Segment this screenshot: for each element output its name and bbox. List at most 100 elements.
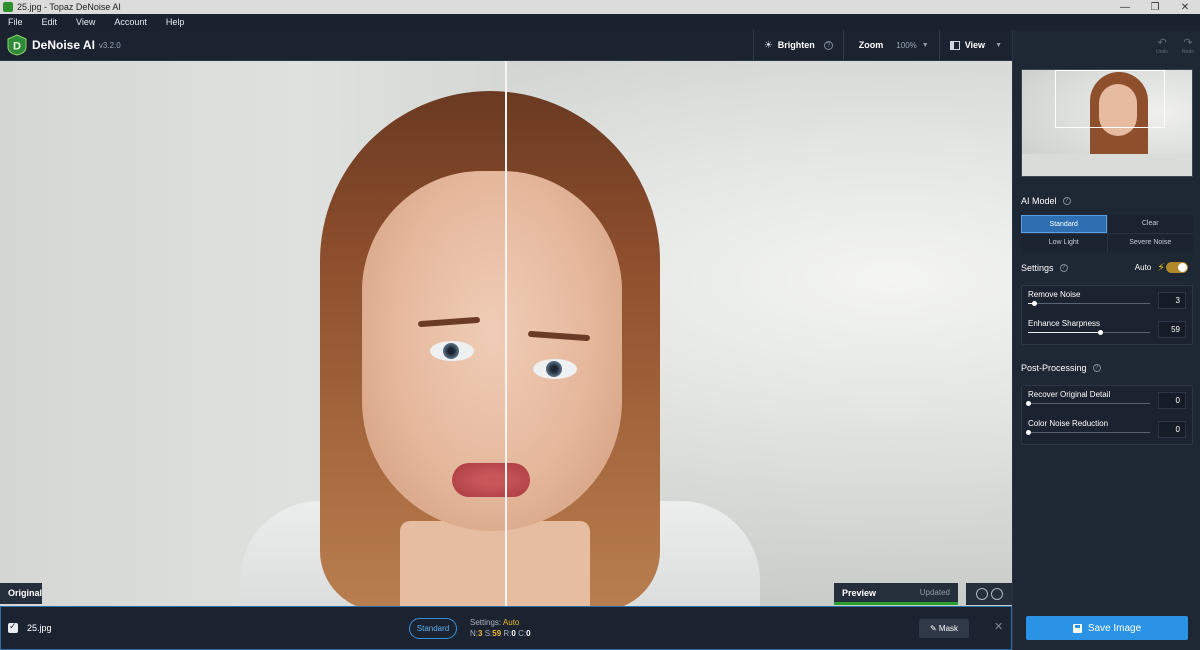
version-label: v3.2.0 xyxy=(98,40,121,50)
save-image-button[interactable]: Save Image xyxy=(1026,616,1188,640)
sun-icon: ☀ xyxy=(763,39,773,51)
face-buttons xyxy=(966,583,1012,605)
view-control[interactable]: View ▼ xyxy=(938,30,1012,60)
photo-neck xyxy=(400,521,590,606)
s-value: 59 xyxy=(492,629,502,638)
c-label: C: xyxy=(518,629,527,638)
file-strip: 25.jpg Standard Settings: Auto N:3 S:59 … xyxy=(0,606,1012,650)
thumb-table xyxy=(1022,154,1192,176)
auto-toggle[interactable] xyxy=(1166,262,1188,273)
brighten-toggle[interactable]: ☀ Brighten ? xyxy=(752,30,843,60)
slider-enhance-sharpness: Enhance Sharpness 59 xyxy=(1022,315,1192,344)
redo-button[interactable]: ↷ Redo xyxy=(1182,36,1194,55)
window-title: 25.jpg - Topaz DeNoise AI xyxy=(17,2,121,12)
n-label: N: xyxy=(470,629,478,638)
slider-track[interactable] xyxy=(1028,301,1150,306)
settings-summary: Settings: Auto N:3 S:59 R:0 C:0 xyxy=(470,617,531,639)
post-processing-box: Recover Original Detail 0 Color Noise Re… xyxy=(1021,385,1193,445)
window-title-bar: 25.jpg - Topaz DeNoise AI — ❐ ✕ xyxy=(0,0,1200,14)
settings-label: Settings xyxy=(1021,263,1054,273)
model-selector: Standard Clear Low Light Severe Noise xyxy=(1021,215,1193,252)
slider-fill xyxy=(1028,332,1100,333)
slider-knob[interactable] xyxy=(1026,401,1031,406)
save-icon xyxy=(1072,623,1082,633)
zoom-control[interactable]: Zoom 100% ▼ xyxy=(842,30,939,60)
settings-box: Remove Noise 3 Enhance Sharpness 59 xyxy=(1021,285,1193,345)
file-checkbox[interactable] xyxy=(8,621,18,633)
menu-view[interactable]: View xyxy=(76,17,95,27)
slider-knob[interactable] xyxy=(1097,330,1103,335)
menu-bar: File Edit View Account Help xyxy=(0,14,1200,30)
settings-value: Auto xyxy=(502,618,520,627)
post-processing-title: Post-Processing? xyxy=(1021,363,1101,373)
undo-label: Undo xyxy=(1156,49,1169,55)
zoom-value: 100% xyxy=(896,40,917,50)
redo-label: Redo xyxy=(1182,49,1194,55)
slider-value-input[interactable]: 59 xyxy=(1158,321,1186,338)
auto-label: Auto xyxy=(1134,263,1152,272)
post-processing-label: Post-Processing xyxy=(1021,363,1087,373)
slider-value-input[interactable]: 3 xyxy=(1158,292,1186,309)
slider-track[interactable] xyxy=(1028,330,1150,335)
settings-label: Settings: xyxy=(470,618,502,627)
slider-color-noise: Color Noise Reduction 0 xyxy=(1022,415,1192,444)
undo-icon: ↶ xyxy=(1157,37,1167,49)
slider-track[interactable] xyxy=(1026,430,1150,435)
brand-name: DeNoise AI xyxy=(32,38,95,52)
menu-edit[interactable]: Edit xyxy=(42,17,58,27)
model-standard[interactable]: Standard xyxy=(1021,215,1107,233)
ai-model-label: AI Model xyxy=(1021,196,1057,206)
chevron-down-icon: ▼ xyxy=(921,41,929,49)
preview-status: Preview Updated xyxy=(834,583,958,605)
model-low-light[interactable]: Low Light xyxy=(1021,234,1107,252)
split-view-icon xyxy=(949,40,960,50)
slider-track[interactable] xyxy=(1026,401,1150,406)
mask-button[interactable]: ✎ Mask xyxy=(919,619,969,638)
zoom-label: Zoom xyxy=(858,40,884,50)
view-label: View xyxy=(964,40,986,50)
close-button[interactable]: ✕ xyxy=(1170,2,1200,13)
menu-file[interactable]: File xyxy=(8,17,23,27)
help-icon[interactable]: ? xyxy=(1062,197,1071,205)
settings-title: Settings? xyxy=(1021,263,1068,273)
photo-eye xyxy=(533,359,577,379)
image-viewer[interactable]: Original Preview Updated xyxy=(0,61,1012,606)
slider-knob[interactable] xyxy=(1032,301,1038,306)
photo-eye xyxy=(430,341,474,361)
menu-help[interactable]: Help xyxy=(166,17,185,27)
slider-value-input[interactable]: 0 xyxy=(1158,421,1186,438)
updated-label: Updated xyxy=(919,588,950,597)
maximize-button[interactable]: ❐ xyxy=(1140,2,1170,13)
redo-icon: ↷ xyxy=(1183,37,1193,49)
slider-label: Color Noise Reduction xyxy=(1028,419,1109,428)
model-severe-noise[interactable]: Severe Noise xyxy=(1107,234,1193,252)
brighten-label: Brighten xyxy=(777,40,815,50)
denoise-logo-icon: D xyxy=(7,34,27,56)
navigator-thumbnail[interactable] xyxy=(1021,69,1193,177)
remove-file-button[interactable]: ✕ xyxy=(994,620,1003,633)
help-icon[interactable]: ? xyxy=(1092,364,1101,372)
slider-knob[interactable] xyxy=(1026,430,1031,435)
undo-button[interactable]: ↶ Undo xyxy=(1156,36,1168,55)
comparison-divider[interactable] xyxy=(505,61,507,606)
chevron-down-icon: ▼ xyxy=(995,41,1002,49)
slider-label: Enhance Sharpness xyxy=(1028,319,1101,328)
face-refine-icon[interactable] xyxy=(990,588,1003,600)
header-toolbar: D DeNoise AI v3.2.0 ☀ Brighten ? Zoom 10… xyxy=(0,30,1012,61)
n-value: 3 xyxy=(478,629,483,638)
brush-icon: ✎ xyxy=(929,624,937,633)
slider-recover-detail: Recover Original Detail 0 xyxy=(1022,386,1192,415)
model-clear[interactable]: Clear xyxy=(1107,215,1193,233)
navigator-frame[interactable] xyxy=(1055,70,1165,128)
minimize-button[interactable]: — xyxy=(1110,2,1140,13)
model-pill[interactable]: Standard xyxy=(409,618,457,639)
help-icon[interactable]: ? xyxy=(823,40,833,50)
slider-value-input[interactable]: 0 xyxy=(1158,392,1186,409)
lightning-icon: ⚡ xyxy=(1157,262,1165,274)
help-icon[interactable]: ? xyxy=(1059,264,1068,272)
preview-label: Preview xyxy=(842,587,877,598)
app-icon xyxy=(3,2,13,12)
menu-account[interactable]: Account xyxy=(114,17,147,27)
face-detect-icon[interactable] xyxy=(975,588,988,600)
svg-text:D: D xyxy=(13,41,21,53)
